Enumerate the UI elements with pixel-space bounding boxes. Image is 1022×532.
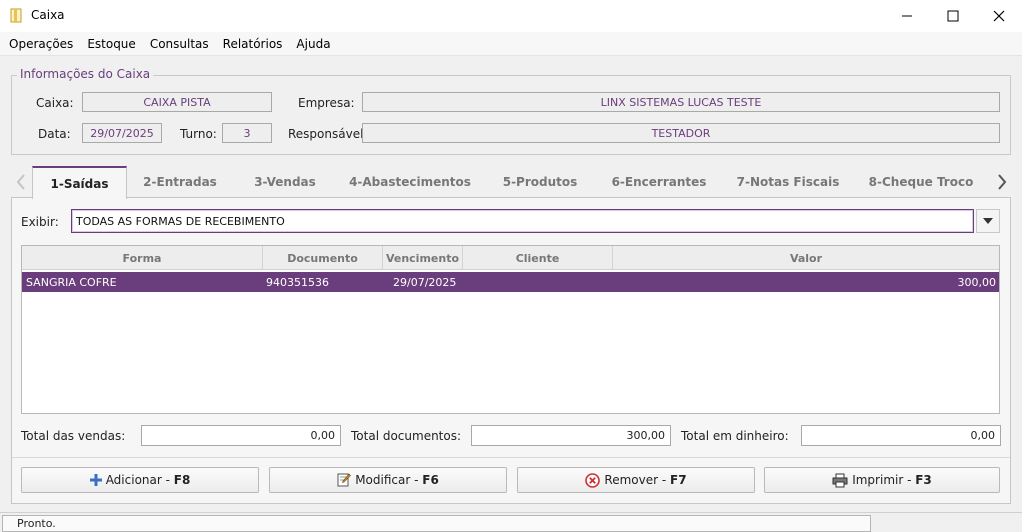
print-button-label: Imprimir - — [852, 473, 916, 487]
col-valor[interactable]: Valor — [613, 246, 999, 270]
total-dinheiro-label: Total em dinheiro: — [681, 429, 789, 443]
tab-scroll-right-button[interactable] — [992, 170, 1012, 194]
menu-bar: Operações Estoque Consultas Relatórios A… — [0, 32, 1022, 56]
minimize-button[interactable] — [884, 0, 930, 32]
print-button-key: F3 — [915, 473, 932, 487]
total-vendas-field: 0,00 — [141, 425, 341, 446]
window-title: Caixa — [31, 8, 65, 22]
add-button-key: F8 — [173, 473, 191, 487]
total-documentos-field: 300,00 — [471, 425, 671, 446]
tab-cheque-troco[interactable]: 8-Cheque Troco — [863, 166, 979, 198]
maximize-button[interactable] — [930, 0, 976, 32]
col-documento[interactable]: Documento — [263, 246, 383, 270]
tab-scroll-left-button[interactable] — [11, 170, 31, 194]
menu-operacoes[interactable]: Operações — [3, 37, 79, 51]
title-bar[interactable]: Caixa — [0, 0, 1022, 32]
cell-documento: 940351536 — [266, 275, 329, 289]
printer-icon — [832, 473, 848, 487]
responsavel-label: Responsável: — [288, 127, 368, 141]
remove-button-label: Remover - — [604, 473, 671, 487]
exibir-select[interactable]: TODAS AS FORMAS DE RECEBIMENTO — [71, 209, 974, 233]
info-groupbox — [11, 75, 1011, 155]
modify-button[interactable]: Modificar - F6 — [269, 467, 507, 493]
exibir-label: Exibir: — [21, 215, 59, 229]
saidas-table[interactable]: Forma Documento Vencimento Cliente Valor… — [21, 245, 1000, 414]
print-button[interactable]: Imprimir - F3 — [764, 467, 1000, 493]
responsavel-field: TESTADOR — [362, 123, 1000, 143]
tab-entradas[interactable]: 2-Entradas — [135, 166, 225, 198]
total-documentos-label: Total documentos: — [351, 429, 462, 443]
separator — [12, 457, 1010, 458]
app-icon — [10, 8, 22, 23]
tab-saidas[interactable]: 1-Saídas — [32, 166, 127, 199]
cell-valor: 300,00 — [957, 275, 997, 289]
maximize-icon — [947, 10, 959, 22]
col-forma[interactable]: Forma — [22, 246, 263, 270]
chevron-down-icon — [983, 218, 993, 224]
remove-button[interactable]: Remover - F7 — [517, 467, 755, 493]
empresa-field: LINX SISTEMAS LUCAS TESTE — [362, 92, 1000, 112]
table-row[interactable]: SANGRIA COFRE 940351536 29/07/2025 300,0… — [22, 272, 999, 292]
tab-abastecimentos[interactable]: 4-Abastecimentos — [345, 166, 475, 198]
menu-ajuda[interactable]: Ajuda — [290, 37, 336, 51]
tab-notas-fiscais[interactable]: 7-Notas Fiscais — [733, 166, 843, 198]
cell-cliente — [463, 272, 613, 292]
cell-vencimento: 29/07/2025 — [393, 275, 457, 289]
minimize-icon — [902, 15, 912, 17]
col-cliente[interactable]: Cliente — [463, 246, 613, 270]
cell-forma: SANGRIA COFRE — [26, 275, 117, 289]
data-field: 29/07/2025 — [82, 123, 162, 143]
status-text: Pronto. — [2, 515, 871, 532]
caixa-label: Caixa: — [36, 96, 74, 110]
turno-field: 3 — [222, 123, 272, 143]
col-vencimento[interactable]: Vencimento — [383, 246, 463, 270]
remove-icon — [585, 472, 601, 488]
add-button-label: Adicionar - — [105, 473, 174, 487]
menu-estoque[interactable]: Estoque — [81, 37, 142, 51]
table-header: Forma Documento Vencimento Cliente Valor — [22, 246, 999, 270]
info-group-title: Informações do Caixa — [17, 67, 154, 81]
add-button[interactable]: Adicionar - F8 — [21, 467, 259, 493]
tab-vendas[interactable]: 3-Vendas — [245, 166, 325, 198]
data-label: Data: — [38, 127, 71, 141]
status-bar: Pronto. — [0, 512, 1022, 532]
modify-button-key: F6 — [422, 473, 439, 487]
total-dinheiro-field: 0,00 — [801, 425, 1001, 446]
total-vendas-label: Total das vendas: — [21, 429, 126, 443]
chevron-right-icon — [998, 174, 1007, 190]
menu-consultas[interactable]: Consultas — [144, 37, 215, 51]
caixa-field: CAIXA PISTA — [82, 92, 272, 112]
turno-label: Turno: — [180, 127, 217, 141]
menu-relatorios[interactable]: Relatórios — [217, 37, 289, 51]
edit-icon — [337, 473, 352, 487]
modify-button-label: Modificar - — [355, 473, 423, 487]
exibir-dropdown-button[interactable] — [976, 209, 1000, 233]
tab-encerrantes[interactable]: 6-Encerrantes — [605, 166, 713, 198]
chevron-left-icon — [16, 174, 25, 190]
plus-icon — [89, 474, 102, 486]
remove-button-key: F7 — [670, 473, 687, 487]
close-button[interactable] — [976, 0, 1022, 32]
empresa-label: Empresa: — [298, 96, 355, 110]
close-icon — [993, 10, 1005, 22]
tab-produtos[interactable]: 5-Produtos — [495, 166, 585, 198]
